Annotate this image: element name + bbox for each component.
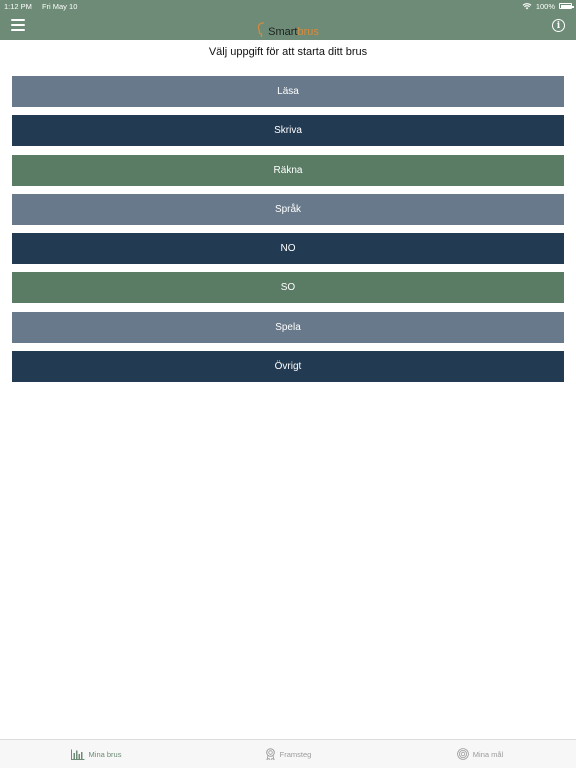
- task-list: Läsa Skriva Räkna Språk NO SO Spela Övri…: [12, 76, 564, 390]
- wifi-icon: [522, 3, 532, 10]
- task-button-ovrigt[interactable]: Övrigt: [12, 351, 564, 383]
- status-right: 100%: [522, 1, 574, 11]
- page-prompt: Välj uppgift för att starta ditt brus: [208, 46, 368, 58]
- status-time: 1:12 PM: [4, 1, 32, 11]
- task-button-skriva[interactable]: Skriva: [12, 115, 564, 147]
- tab-mina-brus[interactable]: Mina brus: [0, 740, 192, 768]
- status-bar: 1:12 PM Fri May 10 100%: [0, 0, 576, 12]
- task-button-spela[interactable]: Spela: [12, 311, 564, 343]
- info-button[interactable]: i: [552, 19, 565, 32]
- menu-button[interactable]: [11, 19, 25, 31]
- target-icon: [456, 748, 469, 760]
- task-button-sprak[interactable]: Språk: [12, 193, 564, 225]
- logo-text-smart: Smart: [268, 26, 298, 38]
- tab-framsteg[interactable]: Framsteg: [192, 740, 384, 768]
- battery-icon: [559, 3, 574, 9]
- task-button-no[interactable]: NO: [12, 233, 564, 265]
- tab-bar: Mina brus Framsteg Mina mål: [0, 739, 576, 768]
- task-button-so[interactable]: SO: [12, 272, 564, 304]
- task-button-rakna[interactable]: Räkna: [12, 154, 564, 186]
- task-button-lasa[interactable]: Läsa: [12, 76, 564, 107]
- tab-mina-mal[interactable]: Mina mål: [384, 740, 576, 768]
- tab-label: Mina mål: [472, 749, 504, 759]
- medal-icon: [265, 748, 275, 760]
- battery-percent: 100%: [535, 1, 555, 11]
- status-date: Fri May 10: [41, 1, 78, 11]
- app-logo: Smart brus: [257, 12, 319, 40]
- tab-label: Mina brus: [88, 749, 122, 759]
- info-icon: i: [556, 20, 561, 31]
- nav-bar: Smart brus i: [0, 12, 576, 40]
- logo-text-brus: brus: [297, 26, 319, 38]
- bar-chart-icon: [70, 749, 85, 760]
- tab-label: Framsteg: [279, 749, 312, 759]
- head-silhouette-icon: [257, 22, 265, 37]
